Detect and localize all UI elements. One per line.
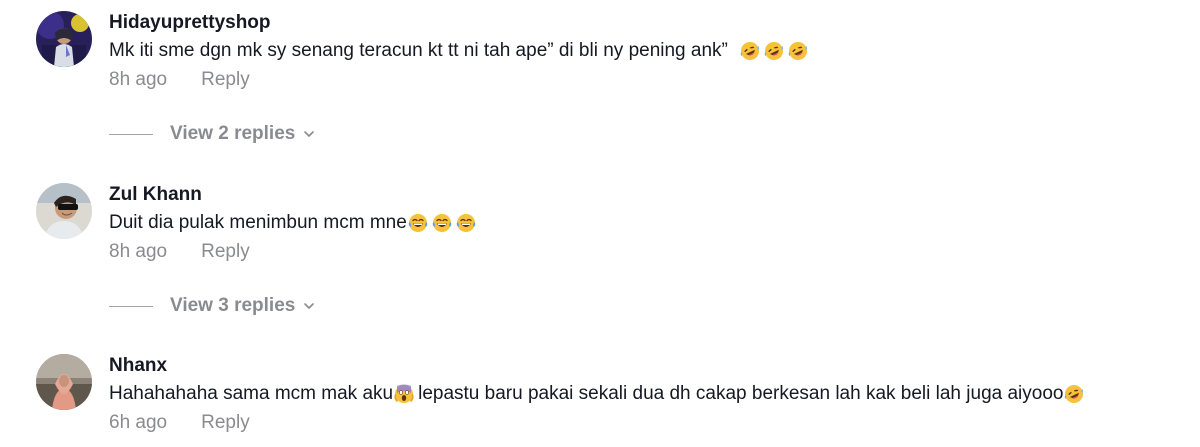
tears-of-joy-emoji-icon [408,213,428,233]
view-replies-button[interactable]: View 3 replies [109,294,315,318]
comment-text: Duit dia pulak menimbun mcm mne [109,212,407,233]
reply-button[interactable]: Reply [201,411,250,435]
comment-text-part: lepastu baru pakai sekali dua dh cakap b… [418,383,1064,404]
comment-timestamp: 8h ago [109,241,168,262]
view-replies-button[interactable]: View 2 replies [109,122,315,146]
comment-meta: 8h ago Reply [109,240,1169,264]
comment-timestamp: 6h ago [109,412,168,433]
rolling-laughing-emoji-icon [1064,384,1084,404]
view-replies-label: View 2 replies [170,123,296,144]
comment-body: Nhanx Hahahahaha sama mcm mak aku lepast… [109,354,1169,435]
comment-meta: 6h ago Reply [109,411,1169,435]
comment-text-part: Hahahahaha sama mcm mak aku [109,383,394,404]
avatar[interactable] [36,354,92,410]
tears-of-joy-emoji-icon [432,213,452,233]
rolling-laughing-emoji-icon [740,41,760,61]
view-replies-label: View 3 replies [170,295,296,316]
reply-button[interactable]: Reply [201,68,250,92]
comment-text: Mk iti sme dgn mk sy senang teracun kt t… [109,40,728,61]
comment-username[interactable]: Nhanx [109,354,1169,378]
avatar[interactable] [36,11,92,67]
tears-of-joy-emoji-icon [456,213,476,233]
chevron-down-icon [304,303,315,309]
comment-text-line: Duit dia pulak menimbun mcm mne [109,211,1169,235]
comment-text-line: Mk iti sme dgn mk sy senang teracun kt t… [109,39,1169,63]
rolling-laughing-emoji-icon [764,41,784,61]
comment-timestamp: 8h ago [109,69,168,90]
screaming-face-emoji-icon [394,384,414,404]
rolling-laughing-emoji-icon [788,41,808,61]
chevron-down-icon [304,131,315,137]
avatar[interactable] [36,183,92,239]
comment-username[interactable]: Hidayuprettyshop [109,11,1169,35]
reply-button[interactable]: Reply [201,240,250,264]
divider-line [109,305,153,307]
comment-username[interactable]: Zul Khann [109,183,1169,207]
comment-meta: 8h ago Reply [109,68,1169,92]
comment-body: Zul Khann Duit dia pulak menimbun mcm mn… [109,183,1169,264]
comment-text-line: Hahahahaha sama mcm mak aku lepastu baru… [109,382,1169,406]
comment-body: Hidayuprettyshop Mk iti sme dgn mk sy se… [109,11,1169,92]
divider-line [109,133,153,135]
